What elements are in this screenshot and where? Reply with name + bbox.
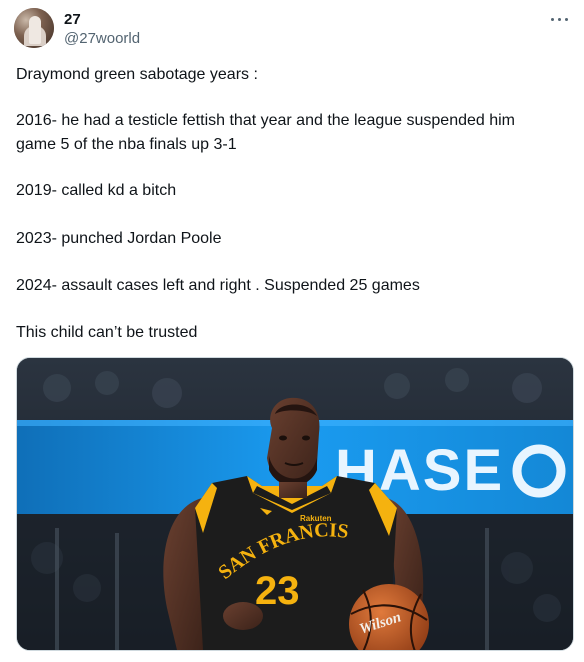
tweet-text-line: game 5 of the nba finals up 3-1 [16, 136, 237, 153]
avatar[interactable] [14, 8, 54, 48]
author-handle[interactable]: @27woorld [64, 30, 140, 48]
tweet-text-line: This child can’t be trusted [16, 324, 198, 341]
more-options-icon[interactable] [550, 12, 570, 26]
tweet-media-photo[interactable]: HASE Rakuten SAN FRANCISCO 23 [16, 357, 574, 651]
tweet-text-line: 2024- assault cases left and right . Sus… [16, 277, 420, 294]
player-photo: HASE Rakuten SAN FRANCISCO 23 [17, 358, 573, 650]
tweet-text-line: 2023- punched Jordan Poole [16, 230, 222, 247]
tweet-text-line: Draymond green sabotage years : [16, 66, 258, 83]
tweet-text-line: 2016- he had a testicle fettish that yea… [16, 112, 516, 129]
tweet-header: 27 @27woorld [14, 8, 570, 52]
author-display-name[interactable]: 27 [64, 11, 81, 29]
tweet-text-line: 2019- called kd a bitch [16, 182, 177, 199]
jersey-number: 23 [255, 569, 300, 613]
